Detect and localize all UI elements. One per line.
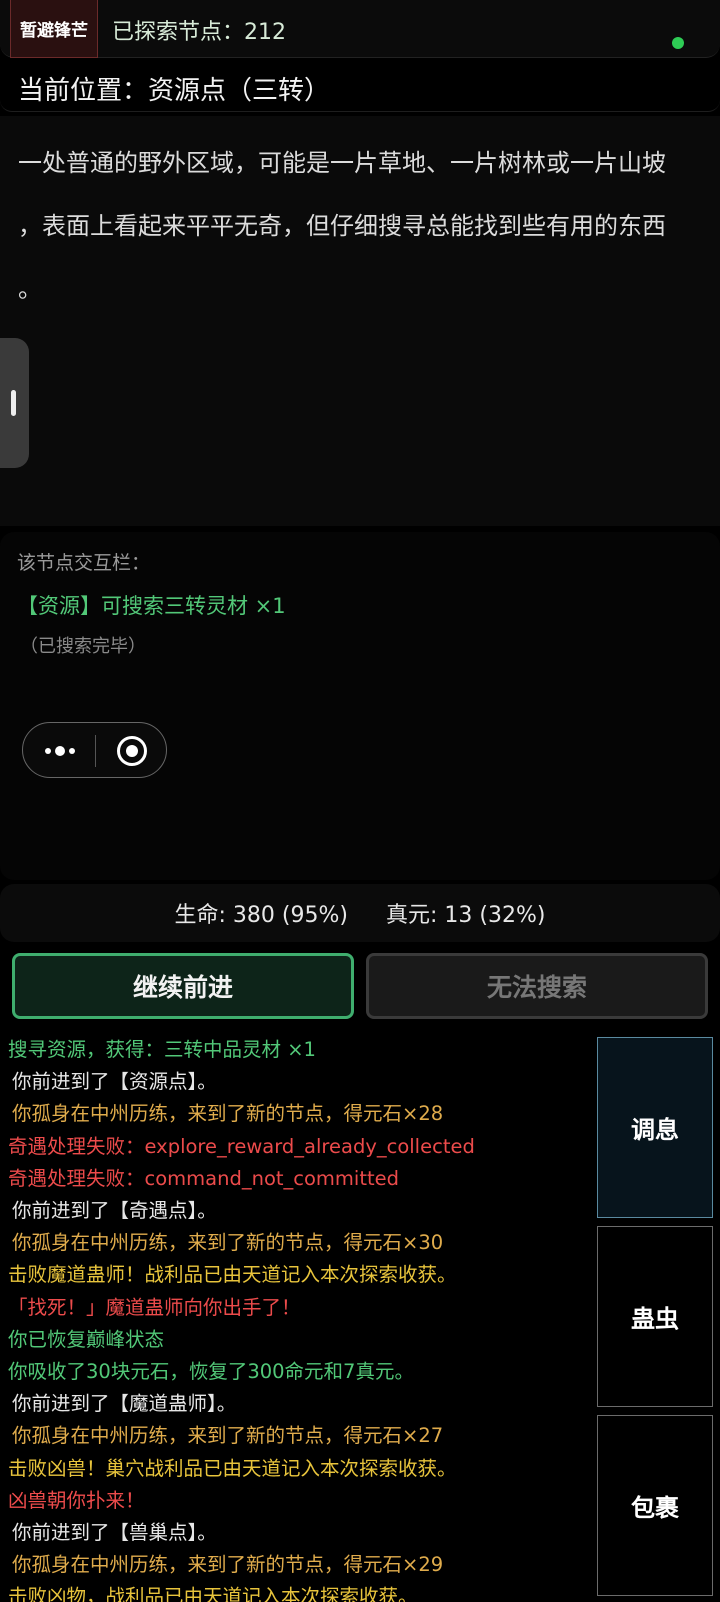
log-line: 击败凶兽！巢穴战利品已由天道记入本次探索收获。 — [8, 1456, 457, 1480]
rest-button[interactable]: 调息 — [597, 1037, 713, 1218]
drawer-grip-icon — [11, 390, 16, 416]
status-topbar: 暂避锋芒 已探索节点：212 — [0, 0, 720, 58]
searched-complete-note: （已搜索完毕） — [20, 636, 146, 657]
log-line: 击败凶物，战利品已由天道记入本次探索收获。 — [8, 1585, 418, 1602]
log-line: 奇遇处理失败：explore_reward_already_collected — [8, 1134, 475, 1158]
log-line: 你孤身在中州历练，来到了新的节点，得元石×29 — [12, 1553, 444, 1577]
capsule-divider — [95, 735, 96, 767]
gu-worm-button[interactable]: 蛊虫 — [597, 1226, 713, 1407]
log-line: 你孤身在中州历练，来到了新的节点，得元石×30 — [12, 1231, 444, 1255]
log-line: 你前进到了【兽巢点】。 — [12, 1521, 217, 1545]
log-line: 你前进到了【资源点】。 — [12, 1070, 217, 1094]
log-line: 你孤身在中州历练，来到了新的节点，得元石×28 — [12, 1102, 444, 1126]
log-line: 你已恢复巅峰状态 — [8, 1327, 165, 1351]
qi-stat: 真元: 13 (32%) — [386, 903, 546, 928]
description-line: 一处普通的野外区域，可能是一片草地、一片树林或一片山坡 — [18, 149, 666, 177]
search-button-disabled[interactable]: 无法搜索 — [366, 953, 708, 1019]
log-line: 你前进到了【奇遇点】。 — [12, 1199, 217, 1223]
interaction-panel-title: 该节点交互栏： — [17, 552, 151, 574]
log-line: 你前进到了【魔道蛊师】。 — [12, 1392, 237, 1416]
online-status-dot-icon — [672, 37, 684, 49]
advance-button[interactable]: 继续前进 — [12, 953, 354, 1019]
log-line: 你吸收了30块元石，恢复了300命元和7真元。 — [8, 1360, 414, 1384]
target-icon[interactable] — [117, 736, 147, 766]
side-drawer-handle[interactable] — [0, 338, 29, 468]
game-screen: 暂避锋芒 已探索节点：212 当前位置：资源点（三转） 一处普通的野外区域，可能… — [0, 0, 720, 1602]
explored-nodes-counter: 已探索节点：212 — [112, 20, 286, 45]
more-dots-icon[interactable] — [43, 742, 77, 760]
log-line: 「找死！」魔道蛊师向你出手了！ — [8, 1295, 301, 1319]
resource-search-option[interactable]: 【资源】可搜索三转灵材 ×1 — [17, 590, 286, 620]
mini-program-capsule — [22, 722, 167, 778]
log-line: 击败魔道蛊师！战利品已由天道记入本次探索收获。 — [8, 1263, 457, 1287]
node-interaction-panel: 该节点交互栏： 【资源】可搜索三转灵材 ×1 （已搜索完毕） — [0, 532, 720, 880]
hp-stat: 生命: 380 (95%) — [174, 903, 348, 928]
location-description: 一处普通的野外区域，可能是一片草地、一片树林或一片山坡 ，表面上看起来平平无奇，… — [18, 132, 708, 321]
bag-button[interactable]: 包裹 — [597, 1415, 713, 1596]
log-line: 奇遇处理失败：command_not_committed — [8, 1166, 399, 1190]
player-stats-bar: 生命: 380 (95%) 真元: 13 (32%) — [0, 884, 720, 942]
escape-button[interactable]: 暂避锋芒 — [10, 0, 98, 58]
location-bar: 当前位置：资源点（三转） — [0, 60, 720, 112]
current-location-title: 当前位置：资源点（三转） — [18, 76, 331, 106]
log-line: 搜寻资源，获得：三转中品灵材 ×1 — [8, 1038, 316, 1061]
description-line: ，表面上看起来平平无奇，但仔细搜寻总能找到些有用的东西 — [18, 212, 666, 240]
log-line: 你孤身在中州历练，来到了新的节点，得元石×27 — [12, 1424, 444, 1448]
log-line: 凶兽朝你扑来！ — [8, 1488, 145, 1512]
description-line: 。 — [18, 275, 42, 303]
event-log[interactable]: 搜寻资源，获得：三转中品灵材 ×1 你前进到了【资源点】。你孤身在中州历练，来到了… — [0, 1034, 592, 1602]
location-description-panel: 一处普通的野外区域，可能是一片草地、一片树林或一片山坡 ，表面上看起来平平无奇，… — [0, 116, 720, 526]
